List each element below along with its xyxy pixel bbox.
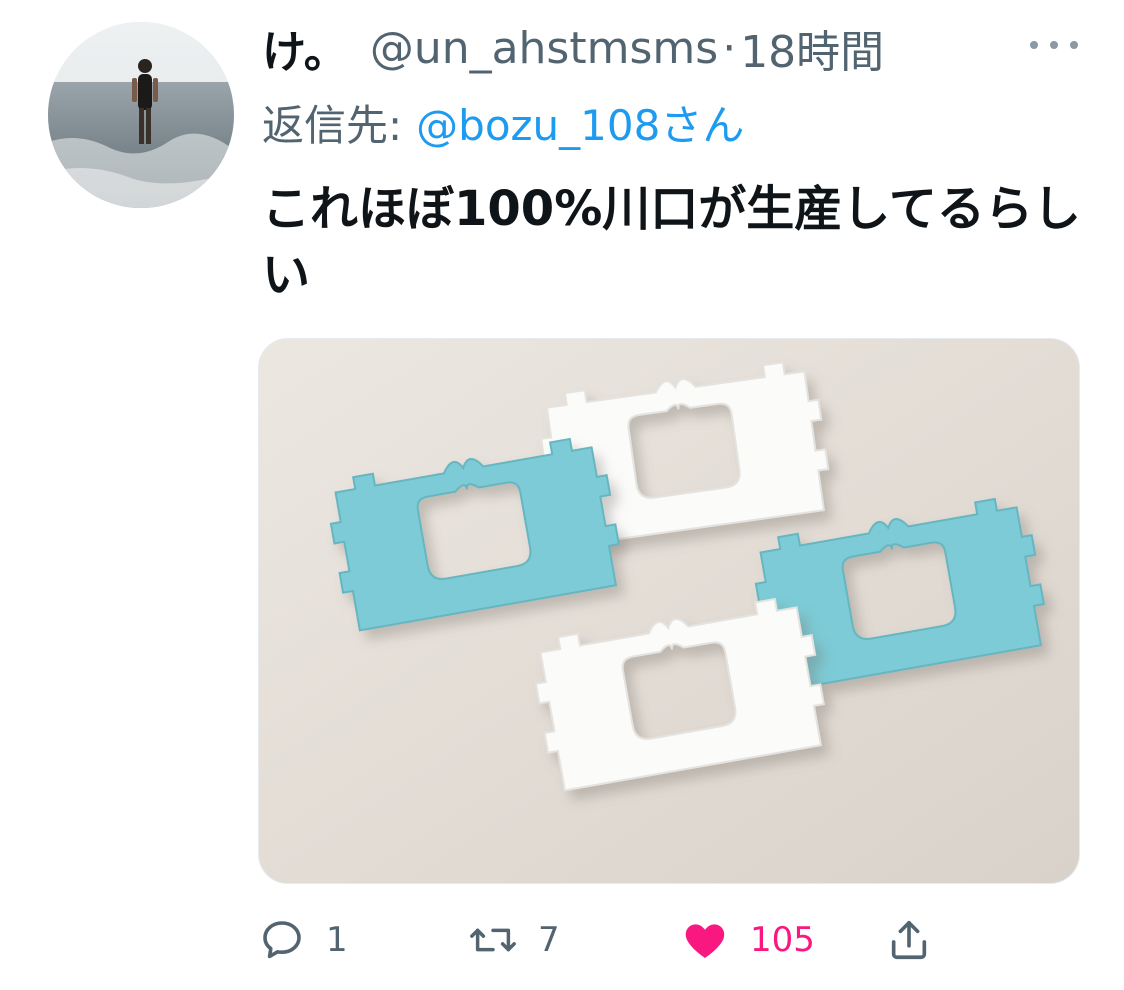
- separator-dot: ·: [722, 22, 737, 74]
- tweet-text: これほぼ100%川口が生産してるらしい: [262, 181, 1081, 303]
- tweet-media-image[interactable]: [258, 338, 1080, 884]
- share-upload-icon: [891, 920, 927, 960]
- avatar[interactable]: [48, 22, 234, 208]
- more-dot: [1070, 41, 1078, 49]
- timestamp[interactable]: 18時間: [740, 16, 884, 80]
- reply-count: 1: [326, 920, 348, 960]
- avatar-photo: [48, 22, 234, 208]
- like-button[interactable]: 105: [680, 910, 815, 970]
- more-dot: [1050, 41, 1058, 49]
- retweet-count: 7: [538, 920, 560, 960]
- tweet-header: け。 @un_ahstmsms · 18時間: [262, 16, 884, 80]
- share-button[interactable]: [886, 910, 932, 970]
- retweet-button[interactable]: 7: [468, 910, 560, 970]
- reply-button[interactable]: 1: [258, 910, 348, 970]
- more-options-button[interactable]: [1030, 30, 1078, 60]
- tweet-actions-bar: 1 7 105: [258, 910, 1078, 970]
- user-handle[interactable]: @un_ahstmsms: [370, 23, 718, 74]
- like-count: 105: [750, 920, 815, 960]
- display-name[interactable]: け。: [262, 16, 348, 80]
- heart-filled-icon: [685, 924, 725, 958]
- reply-prefix: 返信先:: [262, 100, 403, 150]
- bread-clips-photo: [259, 339, 1079, 883]
- reply-context: 返信先: @bozu_108さん: [262, 94, 744, 150]
- reply-bubble-icon: [263, 921, 301, 959]
- more-horizontal-icon: [1030, 41, 1038, 49]
- reply-mention-link[interactable]: @bozu_108さん: [416, 92, 744, 153]
- tweet-card: け。 @un_ahstmsms · 18時間 返信先: @bozu_108さん …: [0, 0, 1124, 990]
- retweet-icon: [470, 928, 516, 952]
